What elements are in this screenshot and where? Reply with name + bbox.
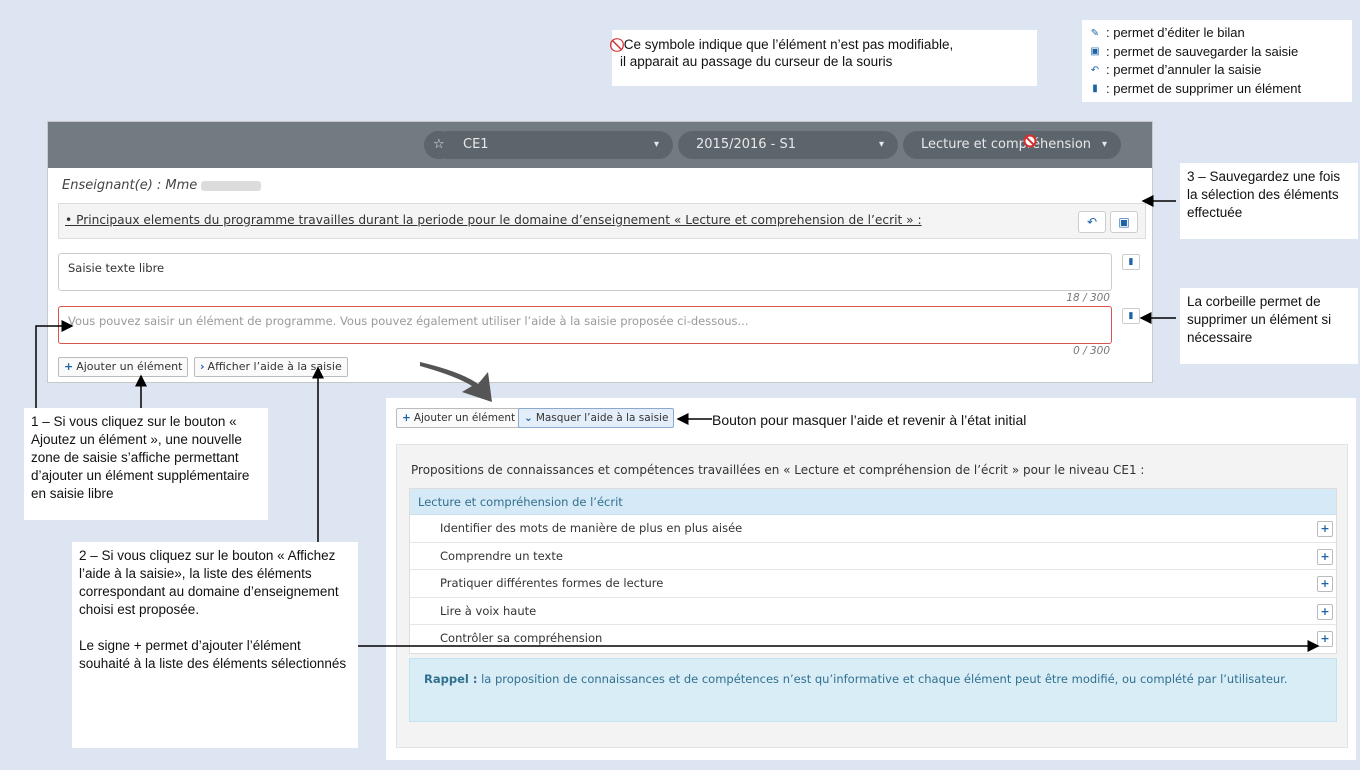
add-element-button[interactable]: + Ajouter un élément — [396, 408, 522, 428]
chevron-right-icon: › — [200, 360, 205, 373]
delete-button[interactable]: ▮ — [1122, 308, 1140, 324]
legend-text: : permet d’annuler la saisie — [1106, 62, 1262, 77]
legend-row-delete: ▮ : permet de supprimer un élément — [1088, 80, 1346, 99]
save-button[interactable]: ▣ — [1110, 211, 1138, 233]
level-value: CE1 — [463, 137, 489, 152]
program-element-field[interactable]: Vous pouvez saisir un élément de program… — [58, 306, 1112, 344]
legend-text: : permet d’éditer le bilan — [1106, 25, 1245, 40]
undo-button[interactable]: ↶ — [1078, 211, 1106, 233]
help-list: Lecture et compréhension de l’écrit Iden… — [409, 488, 1337, 654]
trash-icon: ▮ — [1092, 83, 1098, 95]
button-label: Ajouter un élément — [413, 412, 516, 424]
undo-icon: ↶ — [1086, 215, 1098, 229]
callout-step-1: 1 – Si vous cliquez sur le bouton « Ajou… — [24, 408, 268, 520]
section-header: • Principaux elements du programme trava… — [58, 203, 1146, 239]
add-element-button[interactable]: + Ajouter un élément — [58, 357, 189, 377]
note-line-1: Ce symbole indique que l’élément n’est p… — [623, 37, 954, 52]
hide-help-hint: Bouton pour masquer l’aide et revenir à … — [712, 412, 1027, 428]
chevron-down-icon: ▾ — [878, 139, 884, 150]
floppy-icon: ▣ — [1118, 215, 1130, 229]
plus-icon: + — [402, 412, 411, 424]
level-select[interactable]: CE1 ▾ — [445, 131, 673, 159]
delete-button[interactable]: ▮ — [1122, 254, 1140, 270]
add-item-button[interactable]: + — [1317, 631, 1333, 648]
list-item: Pratiquer différentes formes de lecture + — [410, 570, 1336, 598]
list-item: Identifier des mots de manière de plus e… — [410, 515, 1336, 543]
undo-icon: ↶ — [1090, 64, 1100, 76]
domain-value: Lecture et compréhension — [921, 137, 1092, 152]
teacher-text: Enseignant(e) : Mme — [62, 178, 198, 193]
show-help-button[interactable]: › Afficher l’aide à la saisie — [194, 357, 348, 377]
legend-row-undo: ↶ : permet d’annuler la saisie — [1088, 61, 1346, 80]
add-item-button[interactable]: + — [1317, 548, 1333, 565]
list-item: Comprendre un texte + — [410, 543, 1336, 571]
add-item-button[interactable]: + — [1317, 603, 1333, 620]
list-item-label: Contrôler sa compréhension — [440, 631, 603, 646]
callout-step-3: 3 – Sauvegardez une fois la sélection de… — [1180, 163, 1358, 239]
char-counter: 0 / 300 — [1073, 345, 1110, 357]
period-value: 2015/2016 - S1 — [696, 137, 797, 152]
period-select[interactable]: 2015/2016 - S1 ▾ — [678, 131, 898, 159]
chevron-down-icon: ⌄ — [524, 412, 533, 424]
icon-legend: ✎ : permet d’éditer le bilan ▣ : permet de… — [1082, 20, 1352, 102]
pencil-icon: ✎ — [1090, 27, 1100, 39]
legend-text: : permet de supprimer un élément — [1106, 80, 1302, 96]
teacher-label: Enseignant(e) : Mme — [62, 178, 262, 193]
callout-plus-text: Le signe + permet d’ajouter l’élément so… — [79, 638, 347, 671]
button-label: Ajouter un élément — [76, 360, 183, 373]
list-item-label: Identifier des mots de manière de plus e… — [440, 521, 743, 535]
legend-row-edit: ✎ : permet d’éditer le bilan — [1088, 24, 1346, 43]
help-panel: + Ajouter un élément ⌄ Masquer l’aide à la… — [386, 398, 1356, 760]
list-item: Contrôler sa compréhension + — [410, 625, 1336, 653]
non-editable-note: ⃠ Ce symbole indique que l’élément n’est… — [612, 30, 1037, 86]
selector-toolbar: ☆ CE1 ▾ 2015/2016 - S1 ▾ Lecture et compré… — [48, 122, 1152, 168]
redacted-name — [201, 180, 262, 191]
bilan-panel: ☆ CE1 ▾ 2015/2016 - S1 ▾ Lecture et compré… — [47, 121, 1153, 383]
reminder-text: la proposition de connaissances et de co… — [481, 672, 1288, 686]
button-label: Afficher l’aide à la saisie — [207, 360, 342, 373]
button-label: Masquer l’aide à la saisie — [535, 412, 669, 424]
floppy-icon: ▣ — [1090, 46, 1100, 58]
callout-step-2-text: 2 – Si vous cliquez sur le bouton « Affi… — [79, 548, 339, 617]
list-item-label: Comprendre un texte — [440, 548, 563, 563]
note-line-2: il apparait au passage du curseur de la … — [620, 54, 893, 69]
free-text-field[interactable]: Saisie texte libre — [58, 253, 1112, 291]
hide-help-button[interactable]: ⌄ Masquer l’aide à la saisie — [518, 408, 675, 428]
chevron-down-icon: ▾ — [1101, 139, 1107, 150]
add-item-button[interactable]: + — [1317, 576, 1333, 593]
plus-icon: + — [64, 360, 74, 373]
list-item-label: Pratiquer différentes formes de lecture — [440, 576, 664, 591]
help-category: Lecture et compréhension de l’écrit — [410, 489, 1336, 515]
help-content: Propositions de connaissances et compéte… — [396, 444, 1348, 748]
reminder-label: Rappel : — [424, 672, 478, 686]
reminder-note: Rappel : la proposition de connaissances… — [409, 658, 1337, 722]
trash-icon: ▮ — [1128, 311, 1134, 321]
callout-trash: La corbeille permet de supprimer un élém… — [1180, 288, 1358, 364]
domain-select[interactable]: Lecture et compréhension ▾ — [903, 131, 1121, 159]
list-item: Lire à voix haute + — [410, 598, 1336, 626]
star-icon: ☆ — [433, 137, 445, 152]
trash-icon: ▮ — [1128, 257, 1134, 267]
legend-text: : permet de sauvegarder la saisie — [1106, 43, 1299, 59]
legend-row-save: ▣ : permet de sauvegarder la saisie — [1088, 43, 1346, 62]
callout-step-2: 2 – Si vous cliquez sur le bouton « Affi… — [72, 542, 358, 748]
add-item-button[interactable]: + — [1317, 521, 1333, 537]
list-item-label: Lire à voix haute — [440, 603, 537, 618]
help-intro: Propositions de connaissances et compéte… — [411, 463, 1145, 477]
chevron-down-icon: ▾ — [653, 139, 659, 150]
char-counter: 18 / 300 — [1066, 292, 1110, 304]
no-entry-icon — [1023, 134, 1037, 148]
section-title: • Principaux elements du programme trava… — [65, 213, 922, 227]
